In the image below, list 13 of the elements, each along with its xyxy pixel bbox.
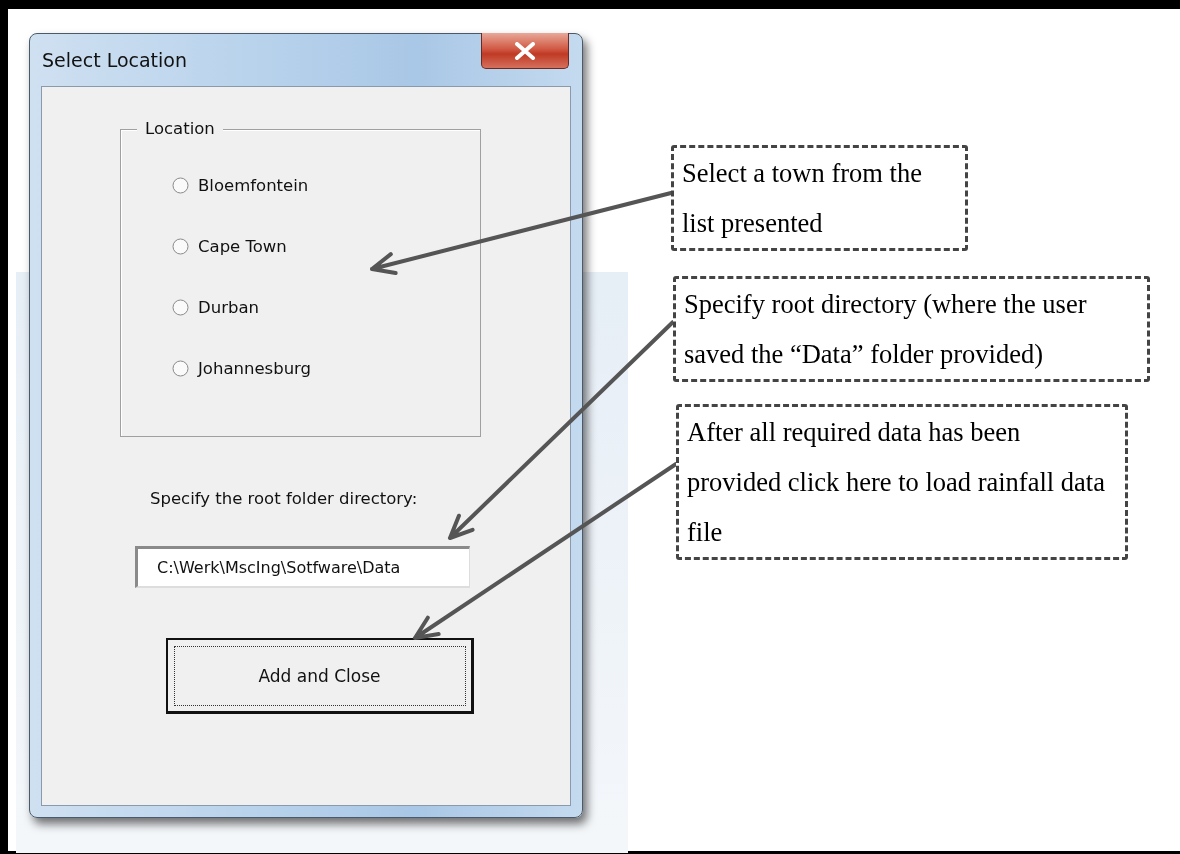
radio-option[interactable]: Cape Town bbox=[172, 235, 480, 258]
field-label: Specify the root folder directory: bbox=[150, 489, 418, 508]
radio-option[interactable]: Durban bbox=[172, 296, 480, 319]
add-and-close-button[interactable]: Add and Close bbox=[166, 638, 474, 714]
close-button[interactable] bbox=[481, 33, 569, 69]
callout-note: Specify root directory (where the user saved the “Data” folder provided) bbox=[673, 276, 1150, 382]
folder-field[interactable]: C:\Werk\MscIng\Sotfware\Data bbox=[135, 546, 470, 588]
radio-option[interactable]: Bloemfontein bbox=[172, 174, 480, 197]
callout-note: Select a town from the list presented bbox=[671, 145, 968, 251]
callout-note: After all required data has been provided click here to load rainfall data file bbox=[676, 404, 1128, 560]
close-icon bbox=[514, 41, 536, 60]
radio-option[interactable]: Johannesburg bbox=[172, 357, 480, 380]
window-title: Select Location bbox=[42, 49, 187, 71]
